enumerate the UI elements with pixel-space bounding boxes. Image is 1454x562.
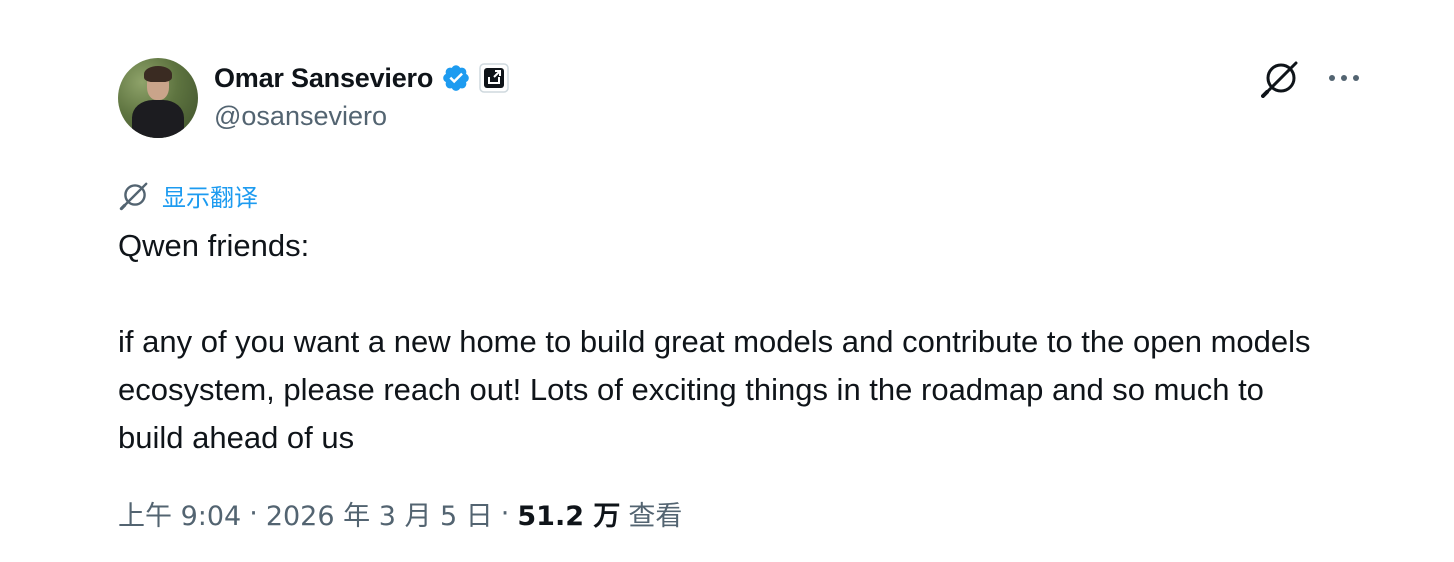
avatar[interactable] [118,58,198,138]
tweet-text: Qwen friends: if any of you want a new h… [118,222,1338,462]
tweet-paragraph: Qwen friends: [118,228,310,263]
meta-separator: · [500,497,510,529]
author-display-name[interactable]: Omar Sanseviero [214,63,433,94]
show-translation-link[interactable]: 显示翻译 [118,178,258,212]
tweet-time[interactable]: 上午 9:04 [118,494,241,533]
author-handle[interactable]: @osanseviero [214,101,387,132]
author-name-row: Omar Sanseviero [214,60,509,96]
avatar-body [132,100,184,138]
tweet-actions-top [1260,58,1364,98]
grok-icon[interactable] [1260,57,1302,99]
affiliation-badge-icon[interactable] [479,63,509,93]
verified-badge-icon[interactable] [441,63,471,93]
avatar-hair [144,66,172,82]
more-options-icon[interactable] [1324,58,1364,98]
tweet-date[interactable]: 2026 年 3 月 5 日 [266,494,493,533]
views-count[interactable]: 51.2 万 [517,494,620,533]
tweet-paragraph: if any of you want a new home to build g… [118,324,1311,455]
tweet-metadata: 上午 9:04 · 2026 年 3 月 5 日 · 51.2 万 查看 [118,493,682,533]
meta-separator: · [249,497,258,529]
tweet-card: Omar Sanseviero @osanseviero 显示翻译 Qwen f… [0,0,1454,562]
show-translation-label: 显示翻译 [162,183,258,212]
views-label: 查看 [628,500,683,532]
translate-icon [118,178,152,212]
